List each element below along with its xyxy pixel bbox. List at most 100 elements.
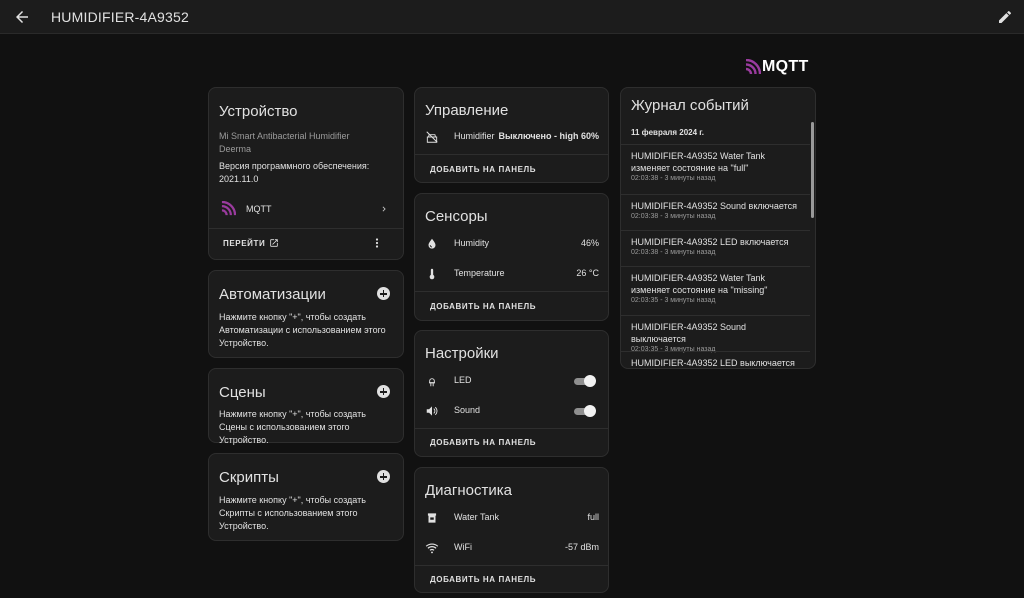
open-in-new-icon bbox=[270, 239, 278, 247]
sensors-card: Сенсоры Humidity 46% Temperature 26 °C Д… bbox=[414, 193, 609, 321]
led-icon bbox=[429, 378, 435, 387]
goto-label: ПЕРЕЙТИ bbox=[223, 239, 266, 248]
page-title: HUMIDIFIER-4A9352 bbox=[51, 9, 189, 25]
speaker-icon bbox=[426, 406, 438, 416]
add-scene-icon[interactable] bbox=[377, 385, 390, 398]
settings-card: Настройки LED Sound ДОБАВИТЬ НА ПАНЕЛЬ bbox=[414, 330, 609, 457]
logbook-scrollbar[interactable] bbox=[811, 122, 814, 218]
controls-card: Управление Humidifier Выключено - high 6… bbox=[414, 87, 609, 183]
log-entry[interactable]: HUMIDIFIER-4A9352 Sound включается 02:03… bbox=[631, 200, 801, 220]
entity-state: 26 °C bbox=[576, 268, 599, 278]
entity-state: Выключено - high 60% bbox=[498, 131, 599, 141]
scenes-title: Сцены bbox=[219, 384, 266, 401]
add-script-icon[interactable] bbox=[377, 470, 390, 483]
divider bbox=[415, 428, 608, 429]
log-entry[interactable]: HUMIDIFIER-4A9352 LED выключается bbox=[631, 357, 801, 368]
log-entry[interactable]: HUMIDIFIER-4A9352 LED включается 02:03:3… bbox=[631, 236, 801, 256]
mqtt-logo-text: MQTT bbox=[762, 58, 809, 75]
entity-row-sound[interactable]: Sound bbox=[415, 401, 608, 421]
device-manufacturer: Deerma bbox=[219, 144, 252, 154]
entity-label: Humidity bbox=[454, 238, 490, 248]
add-to-panel-button[interactable]: ДОБАВИТЬ НА ПАНЕЛЬ bbox=[430, 575, 536, 584]
add-to-panel-button[interactable]: ДОБАВИТЬ НА ПАНЕЛЬ bbox=[430, 438, 536, 447]
entity-row-water-tank[interactable]: Water Tank full bbox=[415, 508, 608, 528]
log-message: HUMIDIFIER-4A9352 Sound включается bbox=[631, 201, 797, 211]
scripts-hint: Нажмите кнопку "+", чтобы создать Скрипт… bbox=[219, 495, 366, 531]
diagnostics-card: Диагностика Water Tank full WiFi -57 dBm… bbox=[414, 467, 609, 593]
log-message: HUMIDIFIER-4A9352 Sound выключается bbox=[631, 322, 747, 344]
entity-label: Sound bbox=[454, 405, 481, 415]
log-entry[interactable]: HUMIDIFIER-4A9352 Water Tank изменяет со… bbox=[631, 150, 801, 182]
more-vertical-icon[interactable] bbox=[371, 237, 383, 249]
entity-row-temperature[interactable]: Temperature 26 °C bbox=[415, 264, 608, 284]
goto-button[interactable]: ПЕРЕЙТИ bbox=[223, 237, 283, 251]
log-message: HUMIDIFIER-4A9352 LED включается bbox=[631, 237, 789, 247]
entity-label: WiFi bbox=[454, 542, 472, 552]
divider bbox=[415, 154, 608, 155]
automations-title: Автоматизации bbox=[219, 286, 326, 303]
integration-row-mqtt[interactable]: MQTT bbox=[209, 198, 403, 220]
chevron-right-icon bbox=[382, 206, 386, 212]
integration-label: MQTT bbox=[246, 204, 272, 214]
wifi-icon bbox=[425, 543, 439, 554]
water-tank-icon bbox=[427, 513, 437, 523]
add-automation-icon[interactable] bbox=[377, 287, 390, 300]
log-message: HUMIDIFIER-4A9352 LED выключается bbox=[631, 358, 795, 368]
thermometer-icon bbox=[429, 268, 435, 280]
divider bbox=[415, 565, 608, 566]
arrow-back-icon[interactable] bbox=[13, 8, 31, 26]
automations-hint: Нажмите кнопку "+", чтобы создать Автома… bbox=[219, 312, 386, 348]
firmware-label: Версия программного обеспечения: bbox=[219, 161, 370, 171]
logbook-date: 11 февраля 2024 г. bbox=[631, 128, 705, 137]
entity-state: full bbox=[587, 512, 599, 522]
entity-label: LED bbox=[454, 375, 472, 385]
entity-row-humidity[interactable]: Humidity 46% bbox=[415, 234, 608, 254]
divider bbox=[415, 291, 608, 292]
scenes-hint: Нажмите кнопку "+", чтобы создать Сцены … bbox=[219, 409, 366, 445]
divider bbox=[621, 194, 810, 195]
logbook-card: Журнал событий 11 февраля 2024 г. HUMIDI… bbox=[620, 87, 816, 369]
logbook-title: Журнал событий bbox=[631, 97, 749, 114]
humidifier-off-icon bbox=[426, 131, 438, 143]
divider bbox=[621, 266, 810, 267]
divider bbox=[621, 315, 810, 316]
entity-state: -57 dBm bbox=[564, 542, 599, 552]
settings-title: Настройки bbox=[425, 345, 499, 362]
water-drop-icon bbox=[428, 238, 436, 249]
automations-card: Автоматизации Нажмите кнопку "+", чтобы … bbox=[208, 270, 404, 358]
mqtt-icon bbox=[221, 201, 236, 216]
log-message: HUMIDIFIER-4A9352 Water Tank изменяет со… bbox=[631, 151, 766, 173]
scripts-card: Скрипты Нажмите кнопку "+", чтобы создат… bbox=[208, 453, 404, 541]
top-app-bar: HUMIDIFIER-4A9352 bbox=[0, 0, 1024, 34]
sensors-title: Сенсоры bbox=[425, 208, 488, 225]
divider bbox=[621, 144, 810, 145]
device-card-title: Устройство bbox=[219, 103, 298, 120]
mqtt-logo: MQTT bbox=[745, 57, 815, 79]
divider bbox=[621, 351, 810, 352]
log-message: HUMIDIFIER-4A9352 Water Tank изменяет со… bbox=[631, 273, 768, 295]
sound-toggle[interactable] bbox=[572, 405, 596, 417]
log-time: 02:03:38 - 3 минуты назад bbox=[631, 213, 716, 220]
entity-row-humidifier[interactable]: Humidifier Выключено - high 60% bbox=[415, 127, 608, 147]
add-to-panel-button[interactable]: ДОБАВИТЬ НА ПАНЕЛЬ bbox=[430, 165, 536, 174]
entity-row-led[interactable]: LED bbox=[415, 371, 608, 391]
log-time: 02:03:38 - 3 минуты назад bbox=[631, 175, 716, 182]
log-entry[interactable]: HUMIDIFIER-4A9352 Sound выключается 02:0… bbox=[631, 321, 801, 353]
add-to-panel-button[interactable]: ДОБАВИТЬ НА ПАНЕЛЬ bbox=[430, 302, 536, 311]
controls-title: Управление bbox=[425, 102, 509, 119]
divider bbox=[209, 228, 403, 229]
pencil-icon[interactable] bbox=[997, 9, 1013, 25]
firmware-version: 2021.11.0 bbox=[219, 174, 259, 184]
entity-label: Water Tank bbox=[454, 512, 500, 522]
mqtt-signal-icon bbox=[745, 59, 761, 75]
entity-state: 46% bbox=[580, 238, 599, 248]
device-model: Mi Smart Antibacterial Humidifier bbox=[219, 131, 350, 141]
log-entry[interactable]: HUMIDIFIER-4A9352 Water Tank изменяет со… bbox=[631, 272, 801, 304]
diagnostics-title: Диагностика bbox=[425, 482, 512, 499]
device-info-card: Устройство Mi Smart Antibacterial Humidi… bbox=[208, 87, 404, 260]
led-toggle[interactable] bbox=[572, 375, 596, 387]
entity-row-wifi[interactable]: WiFi -57 dBm bbox=[415, 538, 608, 558]
entity-label: Humidifier bbox=[454, 131, 495, 141]
divider bbox=[621, 230, 810, 231]
entity-label: Temperature bbox=[454, 268, 505, 278]
